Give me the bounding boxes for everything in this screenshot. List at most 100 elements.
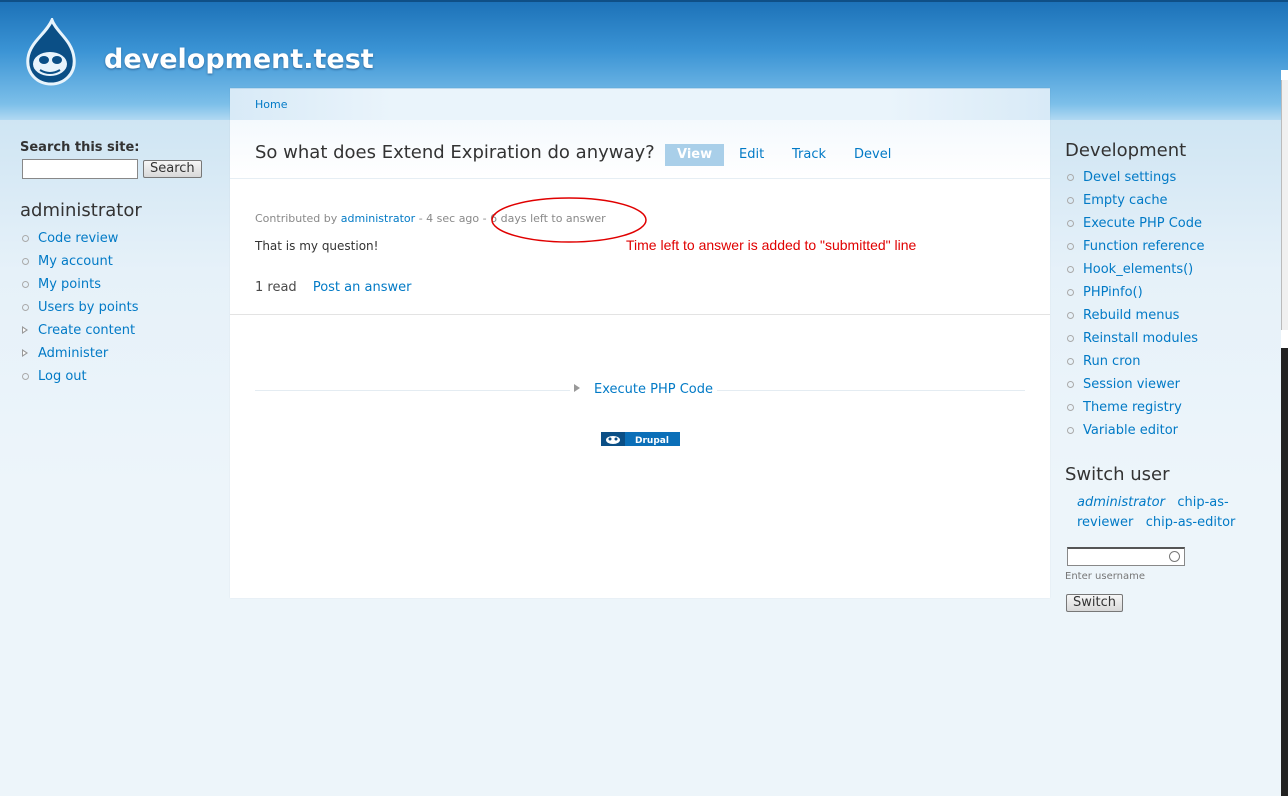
- time-left: 6 days left to answer: [490, 212, 606, 225]
- right-sidebar: Development Devel settings Empty cache E…: [1065, 140, 1275, 612]
- circle-bullet-icon: [1067, 312, 1074, 319]
- tab-view[interactable]: View: [665, 144, 725, 166]
- user-menu-item[interactable]: Administer: [20, 342, 210, 365]
- tab-edit[interactable]: Edit: [739, 144, 764, 166]
- window-scrollbar[interactable]: [1281, 70, 1288, 796]
- user-menu-item[interactable]: My points: [20, 273, 210, 296]
- circle-bullet-icon: [1067, 243, 1074, 250]
- devel-menu-link[interactable]: Devel settings: [1083, 170, 1176, 185]
- user-menu-item[interactable]: Log out: [20, 365, 210, 388]
- submitted-time: - 4 sec ago -: [418, 212, 487, 225]
- devel-menu-link[interactable]: Session viewer: [1083, 377, 1180, 392]
- left-sidebar: Search this site: Search administrator C…: [20, 140, 210, 388]
- circle-bullet-icon: [22, 304, 29, 311]
- scrollbar-track[interactable]: [1281, 80, 1288, 330]
- devel-menu-item[interactable]: Function reference: [1065, 235, 1275, 258]
- collapsed-triangle-icon: [22, 326, 28, 334]
- user-menu: Code review My account My points Users b…: [20, 227, 210, 388]
- user-menu-link[interactable]: Administer: [38, 346, 108, 361]
- user-menu-item[interactable]: Create content: [20, 319, 210, 342]
- circle-bullet-icon: [1067, 358, 1074, 365]
- devel-menu-link[interactable]: Execute PHP Code: [1083, 216, 1202, 231]
- search-form: Search: [20, 159, 210, 183]
- powered-text: Drupal: [635, 436, 669, 446]
- post-answer-link[interactable]: Post an answer: [313, 280, 412, 295]
- breadcrumb: Home: [230, 88, 1050, 121]
- user-menu-link[interactable]: Create content: [38, 323, 135, 338]
- circle-bullet-icon: [1067, 197, 1074, 204]
- page-title: So what does Extend Expiration do anyway…: [255, 142, 655, 163]
- devel-menu-item[interactable]: Hook_elements(): [1065, 258, 1275, 281]
- circle-bullet-icon: [1067, 404, 1074, 411]
- user-menu-link[interactable]: My account: [38, 254, 113, 269]
- devel-menu-item[interactable]: Session viewer: [1065, 373, 1275, 396]
- submitted-line: Contributed by administrator - 4 sec ago…: [255, 212, 606, 225]
- drupal-logo-icon[interactable]: [22, 18, 80, 86]
- devel-menu-link[interactable]: Empty cache: [1083, 193, 1168, 208]
- devel-menu-link[interactable]: Function reference: [1083, 239, 1205, 254]
- site-name[interactable]: development.test: [104, 44, 374, 75]
- user-menu-item[interactable]: Code review: [20, 227, 210, 250]
- search-input[interactable]: [22, 159, 138, 179]
- devel-menu-item[interactable]: Reinstall modules: [1065, 327, 1275, 350]
- circle-bullet-icon: [1067, 335, 1074, 342]
- circle-bullet-icon: [1067, 220, 1074, 227]
- user-block-title: administrator: [20, 200, 142, 221]
- user-menu-item[interactable]: Users by points: [20, 296, 210, 319]
- tab-devel[interactable]: Devel: [854, 144, 891, 166]
- switch-user-title: Switch user: [1065, 464, 1170, 485]
- circle-bullet-icon: [22, 373, 29, 380]
- circle-bullet-icon: [1067, 174, 1074, 181]
- devel-menu-link[interactable]: Variable editor: [1083, 423, 1178, 438]
- switch-user-list: administrator chip-as-reviewer chip-as-e…: [1065, 493, 1257, 533]
- circle-bullet-icon: [1067, 266, 1074, 273]
- user-menu-item[interactable]: My account: [20, 250, 210, 273]
- collapsed-triangle-icon: [574, 384, 580, 392]
- devel-menu-link[interactable]: Theme registry: [1083, 400, 1182, 415]
- devel-menu-link[interactable]: Run cron: [1083, 354, 1140, 369]
- submitted-prefix: Contributed by: [255, 212, 338, 225]
- main-content: Home So what does Extend Expiration do a…: [230, 88, 1050, 598]
- devel-menu-item[interactable]: Variable editor: [1065, 419, 1275, 442]
- collapsed-triangle-icon: [22, 349, 28, 357]
- devel-menu-link[interactable]: Reinstall modules: [1083, 331, 1198, 346]
- author-link[interactable]: administrator: [341, 212, 415, 225]
- username-hint: Enter username: [1065, 571, 1146, 582]
- circle-bullet-icon: [1067, 427, 1074, 434]
- devel-menu-item[interactable]: PHPinfo(): [1065, 281, 1275, 304]
- footer-execute-php-link[interactable]: Execute PHP Code: [594, 382, 713, 397]
- devel-menu-item[interactable]: Empty cache: [1065, 189, 1275, 212]
- breadcrumb-home[interactable]: Home: [255, 98, 287, 111]
- switch-user-link[interactable]: chip-as-editor: [1146, 515, 1236, 530]
- circle-bullet-icon: [1067, 381, 1074, 388]
- devel-menu-link[interactable]: PHPinfo(): [1083, 285, 1143, 300]
- powered-by-drupal-badge[interactable]: Drupal: [601, 432, 680, 446]
- title-area: So what does Extend Expiration do anyway…: [230, 120, 1050, 179]
- switch-user-form: [1065, 547, 1275, 567]
- user-menu-link[interactable]: My points: [38, 277, 101, 292]
- content-divider: [230, 314, 1050, 315]
- user-menu-link[interactable]: Users by points: [38, 300, 139, 315]
- devel-menu-item[interactable]: Theme registry: [1065, 396, 1275, 419]
- username-input[interactable]: [1067, 547, 1185, 566]
- devel-menu-item[interactable]: Run cron: [1065, 350, 1275, 373]
- circle-bullet-icon: [22, 235, 29, 242]
- node-links: 1 read Post an answer: [255, 280, 411, 295]
- switch-button[interactable]: Switch: [1066, 594, 1123, 612]
- devel-menu-link[interactable]: Hook_elements(): [1083, 262, 1193, 277]
- autocomplete-throbber-icon: [1169, 551, 1180, 562]
- tab-track[interactable]: Track: [792, 144, 826, 166]
- annotation-text: Time left to answer is added to "submitt…: [626, 237, 917, 253]
- switch-user-current[interactable]: administrator: [1077, 495, 1165, 510]
- footer-menu-item[interactable]: Execute PHP Code: [570, 382, 717, 397]
- devel-menu-item[interactable]: Rebuild menus: [1065, 304, 1275, 327]
- devel-menu-link[interactable]: Rebuild menus: [1083, 308, 1179, 323]
- circle-bullet-icon: [22, 281, 29, 288]
- user-menu-link[interactable]: Log out: [38, 369, 87, 384]
- user-menu-link[interactable]: Code review: [38, 231, 118, 246]
- scrollbar-dark-area: [1281, 348, 1288, 796]
- devel-menu-item[interactable]: Devel settings: [1065, 166, 1275, 189]
- devel-menu-item[interactable]: Execute PHP Code: [1065, 212, 1275, 235]
- read-count: 1 read: [255, 280, 297, 295]
- search-button[interactable]: Search: [143, 160, 202, 178]
